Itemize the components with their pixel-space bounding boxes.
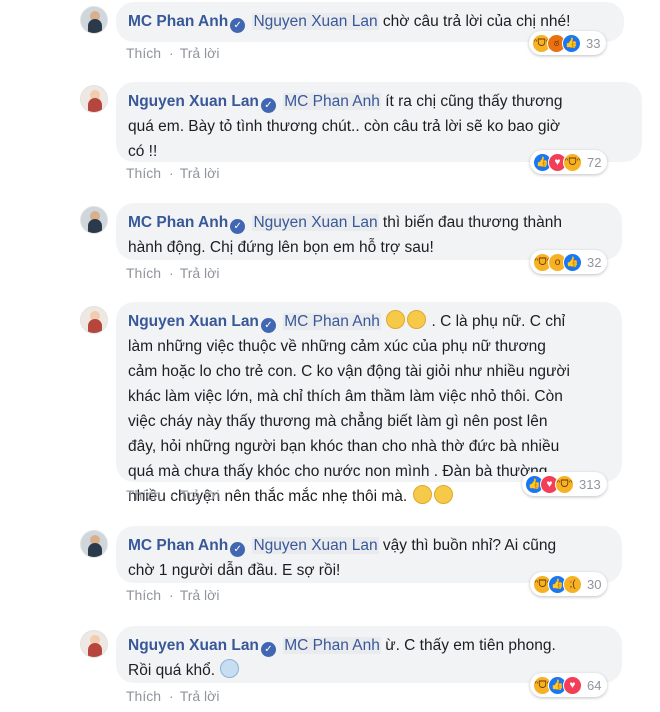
comment-mention[interactable]: Nguyen Xuan Lan	[252, 13, 379, 30]
comment-text-line: ít ra chị cũng thấy thương	[385, 93, 563, 110]
like-link[interactable]: Thích	[126, 688, 161, 704]
reaction-count: 32	[587, 254, 602, 270]
reaction-count: 72	[587, 154, 602, 170]
avatar[interactable]	[80, 206, 108, 234]
reaction-count: 64	[587, 677, 602, 693]
comment-text-line: cảm hoặc lo cho trẻ con. C ko vận động t…	[128, 363, 570, 380]
avatar[interactable]	[80, 6, 108, 34]
comment-author[interactable]: MC Phan Anh	[128, 13, 228, 30]
haha-icon: ᵔᗜᵔ	[563, 152, 582, 172]
like-link[interactable]: Thích	[126, 265, 161, 281]
comment-author[interactable]: Nguyen Xuan Lan	[128, 93, 259, 110]
verified-badge-icon: ✓	[260, 642, 276, 657]
reaction-summary[interactable]: 👍 ♥ ᵔᗜᵔ 313	[522, 472, 607, 496]
smiling-face-icon	[407, 310, 427, 329]
avatar[interactable]	[80, 306, 108, 334]
like-icon: 👍	[562, 33, 581, 53]
like-link[interactable]: Thích	[126, 487, 161, 503]
comment-mention[interactable]: MC Phan Anh	[283, 93, 381, 110]
comment-actions: Thích · Trả lời	[126, 688, 220, 704]
reply-link[interactable]: Trả lời	[180, 587, 220, 603]
comment-actions: Thích · Trả lời	[126, 587, 220, 603]
comment-actions: Thích · Trả lời	[126, 487, 220, 503]
comment-mention[interactable]: Nguyen Xuan Lan	[252, 214, 379, 231]
smiling-face-icon	[386, 310, 406, 329]
comment-actions: Thích · Trả lời	[126, 165, 220, 181]
reaction-summary[interactable]: ᵔᗜᵔ 👍 ♥ 64	[530, 673, 608, 697]
comment-text-line: khác làm việc lớn, mà chỉ thích âm thầm …	[128, 388, 563, 405]
comment-text-line: làm những việc thuộc về những cảm xúc củ…	[128, 338, 546, 355]
comment-text: chờ câu trả lời của chị nhé!	[382, 13, 571, 30]
reaction-summary[interactable]: ᵔᗜᵔ o 👍 32	[530, 250, 608, 274]
comment-text-line: có !!	[128, 143, 158, 160]
reply-link[interactable]: Trả lời	[180, 165, 220, 181]
comment-actions: Thích · Trả lời	[126, 45, 220, 61]
comment-mention[interactable]: Nguyen Xuan Lan	[252, 537, 379, 554]
avatar[interactable]	[80, 630, 108, 658]
verified-badge-icon: ✓	[230, 219, 246, 234]
avatar[interactable]	[80, 530, 108, 558]
reply-link[interactable]: Trả lời	[180, 265, 220, 281]
comment-mention[interactable]: MC Phan Anh	[283, 313, 381, 330]
like-link[interactable]: Thích	[126, 587, 161, 603]
fearful-face-icon	[220, 659, 240, 678]
comment-bubble: Nguyen Xuan Lan ✓ MC Phan Anh . C là phụ …	[116, 302, 622, 505]
comment-text-line: hành động. Chị đứng lên bọn em hỗ trợ sa…	[128, 239, 434, 256]
comment-author[interactable]: MC Phan Anh	[128, 214, 228, 231]
verified-badge-icon: ✓	[260, 98, 276, 113]
avatar[interactable]	[80, 85, 108, 113]
verified-badge-icon: ✓	[230, 542, 246, 557]
comment-text-line: việc cháy này thấy thương mà chẳng biết …	[128, 413, 548, 430]
like-link[interactable]: Thích	[126, 45, 161, 61]
verified-badge-icon: ✓	[230, 18, 246, 33]
comment-mention[interactable]: MC Phan Anh	[283, 637, 381, 654]
comment-text-line: . C là phụ nữ. C chỉ	[431, 313, 566, 330]
reply-link[interactable]: Trả lời	[180, 688, 220, 704]
reply-link[interactable]: Trả lời	[180, 45, 220, 61]
comment-text-line: Rồi quá khổ.	[128, 662, 216, 679]
reaction-summary[interactable]: ᵔᗜᵔ 👍 ;( 30	[530, 572, 608, 596]
reaction-summary[interactable]: ᵔᗜᵔ ಠ 👍 33	[529, 31, 607, 55]
reaction-count: 30	[587, 576, 602, 592]
comment-actions: Thích · Trả lời	[126, 265, 220, 281]
reaction-count: 313	[579, 476, 601, 492]
comment-text-line: vậy thì buồn nhỉ? Ai cũng	[382, 537, 557, 554]
comment-author[interactable]: MC Phan Anh	[128, 537, 228, 554]
haha-icon: ᵔᗜᵔ	[555, 474, 574, 494]
comment-author[interactable]: Nguyen Xuan Lan	[128, 313, 259, 330]
verified-badge-icon: ✓	[260, 318, 276, 333]
comment-author[interactable]: Nguyen Xuan Lan	[128, 637, 259, 654]
comment-text-line: chờ 1 người dẫn đầu. E sợ rồi!	[128, 562, 341, 579]
comment-text-line: ừ. C thấy em tiên phong.	[385, 637, 556, 654]
like-icon: 👍	[563, 252, 582, 272]
love-icon: ♥	[563, 675, 582, 695]
grinning-face-icon	[412, 485, 432, 504]
reaction-count: 33	[586, 35, 601, 51]
grinning-face-icon	[433, 485, 453, 504]
reply-link[interactable]: Trả lời	[180, 487, 220, 503]
comment-text-line: thì biến đau thương thành	[382, 214, 563, 231]
reaction-summary[interactable]: 👍 ♥ ᵔᗜᵔ 72	[530, 150, 608, 174]
comment-text-line: đây, hỏi những người bạn khóc than cho n…	[128, 438, 560, 455]
like-link[interactable]: Thích	[126, 165, 161, 181]
sad-icon: ;(	[563, 574, 582, 594]
comment-text-line: quá em. Bày tỏ tình thương chút.. còn câ…	[128, 118, 561, 135]
comment-text-line: quá mà chưa thấy khóc cho nước non mình …	[128, 463, 548, 480]
